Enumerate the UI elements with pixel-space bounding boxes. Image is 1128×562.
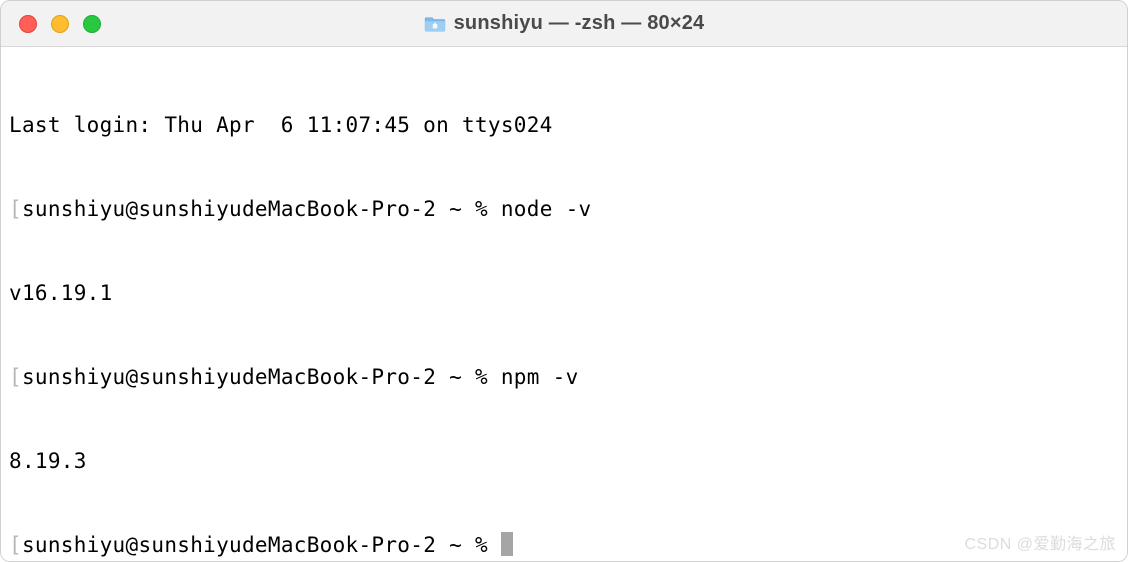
prompt-line-2: [sunshiyu@sunshiyudeMacBook-Pro-2 ~ % np… [9,363,1119,391]
prompt-text: sunshiyu@sunshiyudeMacBook-Pro-2 ~ % [22,197,501,221]
prompt-text: sunshiyu@sunshiyudeMacBook-Pro-2 ~ % [22,533,501,557]
prompt-line-3: [sunshiyu@sunshiyudeMacBook-Pro-2 ~ % [9,531,1119,559]
terminal-window: sunshiyu — -zsh — 80×24 Last login: Thu … [0,0,1128,562]
command-text: node -v [501,197,592,221]
bracket-icon: [ [9,197,22,221]
output-line-2: 8.19.3 [9,447,1119,475]
bracket-icon: [ [9,533,22,557]
window-title: sunshiyu — -zsh — 80×24 [454,12,705,35]
command-text: npm -v [501,365,579,389]
minimize-button[interactable] [51,15,69,33]
titlebar[interactable]: sunshiyu — -zsh — 80×24 [1,1,1127,47]
close-button[interactable] [19,15,37,33]
prompt-text: sunshiyu@sunshiyudeMacBook-Pro-2 ~ % [22,365,501,389]
bracket-icon: [ [9,365,22,389]
cursor[interactable] [501,532,513,556]
folder-icon [424,15,446,33]
prompt-line-1: [sunshiyu@sunshiyudeMacBook-Pro-2 ~ % no… [9,195,1119,223]
output-line-1: v16.19.1 [9,279,1119,307]
window-title-wrap: sunshiyu — -zsh — 80×24 [1,12,1127,35]
terminal-body[interactable]: Last login: Thu Apr 6 11:07:45 on ttys02… [1,47,1127,562]
traffic-lights [19,15,101,33]
last-login-line: Last login: Thu Apr 6 11:07:45 on ttys02… [9,111,1119,139]
maximize-button[interactable] [83,15,101,33]
